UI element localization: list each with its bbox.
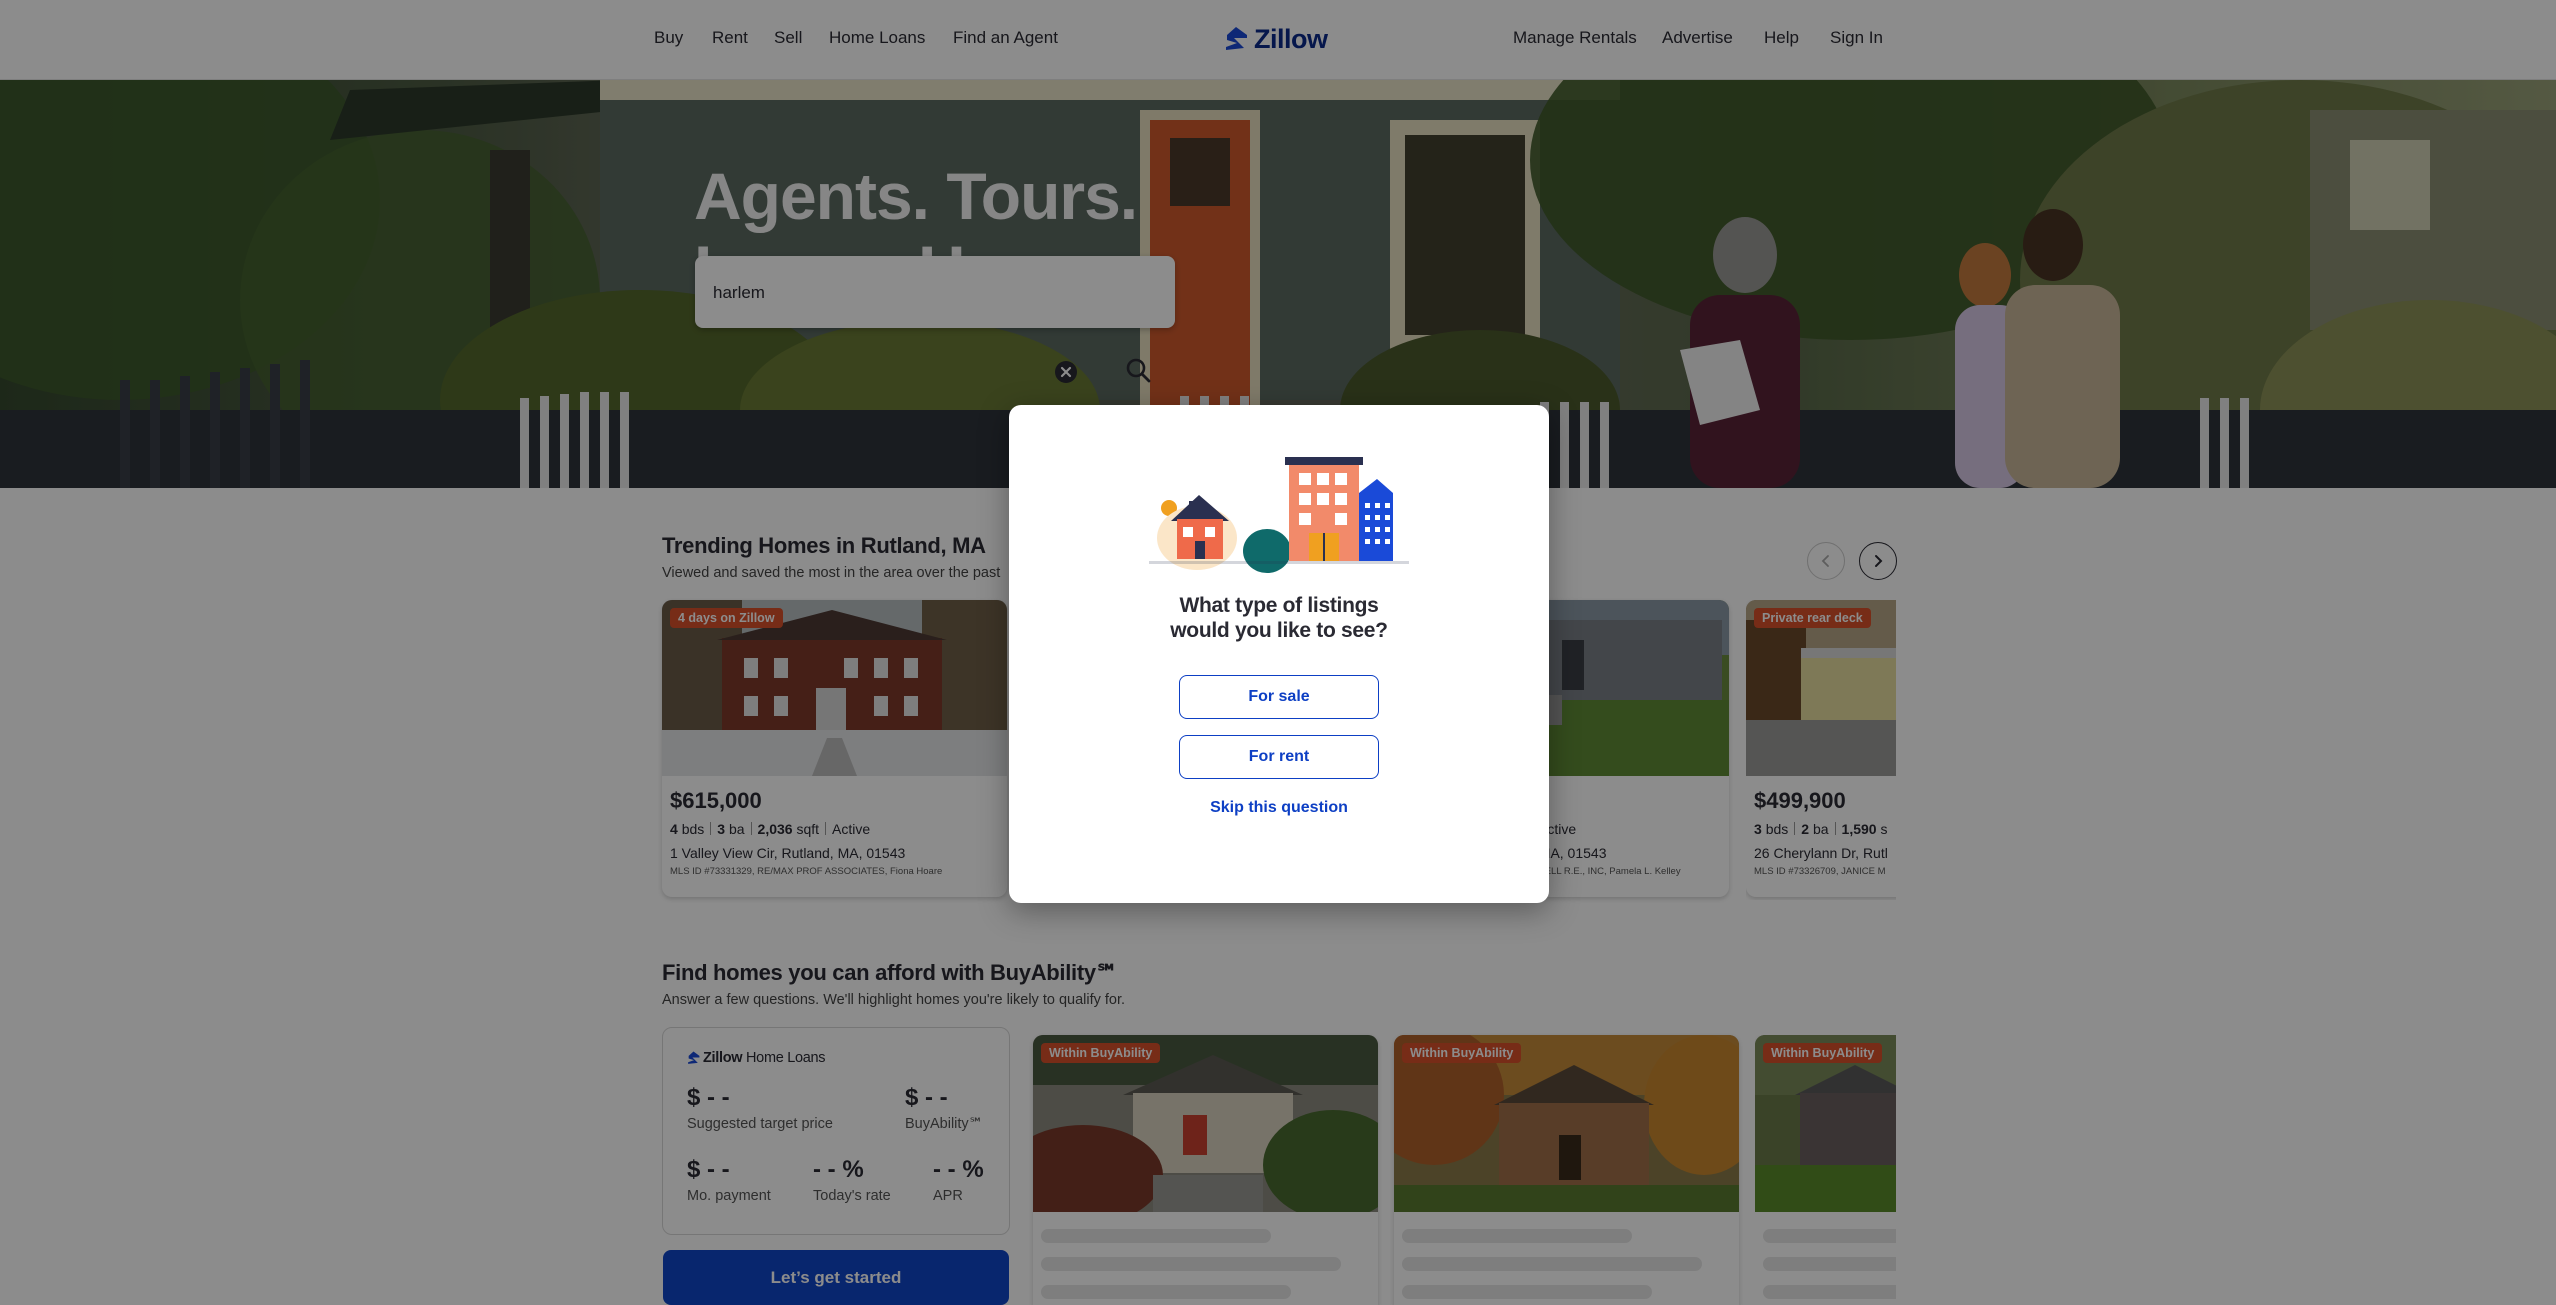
for-sale-button[interactable]: For sale — [1179, 675, 1379, 719]
modal-question-line-2: would you like to see? — [1170, 619, 1388, 642]
skip-question-link[interactable]: Skip this question — [1179, 799, 1379, 817]
listing-type-modal: What type of listings would you like to … — [1009, 405, 1549, 903]
modal-question: What type of listings would you like to … — [1009, 593, 1549, 643]
modal-question-line-1: What type of listings — [1179, 594, 1379, 617]
listings-illustration — [1149, 457, 1409, 573]
for-rent-button[interactable]: For rent — [1179, 735, 1379, 779]
